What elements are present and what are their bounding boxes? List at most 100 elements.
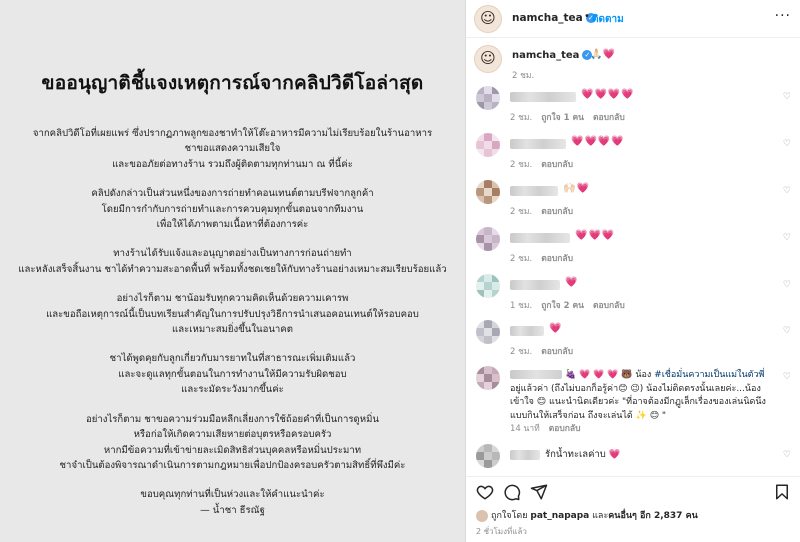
commenter-avatar[interactable] [476,180,500,204]
post-header: ☺ namcha_tea ✓ • ติดตาม ··· [466,0,800,38]
heart-icon[interactable] [476,483,494,501]
comment-like-heart-icon[interactable]: ♡ [783,372,791,382]
bookmark-icon[interactable] [773,483,791,501]
commenter-avatar[interactable] [476,274,500,298]
comment-timestamp: 1 ชม. [510,301,533,311]
commenter-avatar[interactable] [476,444,500,468]
post-paragraph: จากคลิปวิดีโอที่เผยแพร่ ซึ่งปรากฏภาพลูกข… [0,126,465,172]
post-text-line: และขออภัยต่อทางร้าน รวมถึงผู้ติดตามทุกท่… [112,158,353,170]
reply-button[interactable]: ตอบกลับ [541,207,573,217]
post-text-line: คลิปดังกล่าวเป็นส่วนหนึ่งของการถ่ายทำคอน… [91,188,374,200]
post-timestamp: 2 ชั่วโมงที่แล้ว [476,527,527,536]
more-options-icon[interactable]: ··· [775,8,791,24]
comment-like-heart-icon[interactable]: ♡ [783,92,791,102]
comment-meta: 14 นาที ตอบกลับ [510,421,590,435]
author-avatar[interactable]: ☺ [474,5,502,33]
post-image: ขออนุญาติชี้แจงเหตุการณ์จากคลิปวิดีโอล่า… [0,0,465,542]
comment-meta: 2 ชม. ตอบกลับ [510,344,582,358]
comment-like-heart-icon[interactable]: ♡ [783,233,791,243]
comment-text: รักน้ำทะเลค่าบ 💗 [545,449,621,460]
comment-like-heart-icon[interactable]: ♡ [783,326,791,336]
post-text-line: และเหมาะสมยิ่งขึ้นในอนาคต [172,324,293,336]
commenter-username-blurred[interactable] [510,370,562,379]
comment-like-heart-icon[interactable]: ♡ [783,280,791,290]
comment-text: 🍇 💗 💗 💗 🐻 น้อง #เชื่อมั่นความเป็นแม่ในตั… [510,370,766,421]
comment-text: 💗💗💗💗 [571,136,625,147]
post-text-line: เพื่อให้ได้ภาพตามเนื้อหาที่ต้องการค่ะ [156,219,309,231]
post-text-line: และหลังเสร็จสิ้นงาน ชาได้ทำความสะอาดพื้น… [18,263,447,275]
commenter-username-blurred[interactable] [510,186,558,196]
commenter-avatar[interactable] [476,86,500,110]
comment-meta: 1 ชม. ถูกใจ 2 คน ตอบกลับ [510,298,634,312]
comment-timestamp: 14 นาที [510,424,540,434]
post-sidebar: ☺ namcha_tea ✓ • ติดตาม ··· ☺ namcha_tea ✓… [465,0,800,542]
commenter-username-blurred[interactable] [510,92,576,102]
comment-text: 🙌🏻💗 [563,183,590,194]
post-paragraph: ทางร้านได้รับแจ้งและอนุญาตอย่างเป็นทางกา… [0,246,465,277]
others-count[interactable]: คนอื่นๆ อีก 2,837 คน [608,511,697,521]
comment-like-count[interactable]: ถูกใจ 2 คน [541,301,584,311]
smiley-logo-icon: ☺ [480,49,496,68]
post-paragraph: ชาได้พูดคุยกับลูกเกี่ยวกับมารยาทในที่สาธ… [0,351,465,397]
commenter-avatar[interactable] [476,133,500,157]
commenter-avatar[interactable] [476,320,500,344]
comment-like-heart-icon[interactable]: ♡ [783,450,791,460]
comment-meta: 2 ชม. ตอบกลับ [510,204,582,218]
post-text-line: อย่างไรก็ตาม ชาขอความร่วมมือหลีกเลี่ยงกา… [86,413,379,425]
post-text-line: จากคลิปวิดีโอที่เผยแพร่ ซึ่งปรากฏภาพลูกข… [32,128,433,139]
commenter-avatar[interactable] [476,366,500,390]
comment-meta: 2 ชม. ตอบกลับ [510,251,582,265]
post-caption: ☺ namcha_tea ✓ 🙏🏻💗 2 ชม. [466,42,800,84]
reply-button[interactable]: ตอบกลับ [549,424,581,434]
hashtag-link[interactable]: #เชื่อมั่นความเป็นแม่ในตัวพี่ [654,370,764,380]
reply-button[interactable]: ตอบกลับ [541,254,573,264]
caption-timestamp: 2 ชม. [512,71,535,81]
post-text-line: อย่างไรก็ตาม ชาน้อมรับทุกความคิดเห็นด้วย… [116,293,349,305]
comment-like-heart-icon[interactable]: ♡ [783,139,791,149]
comment-meta: 2 ชม. ตอบกลับ [510,157,582,171]
post-text-line: โดยมีการกำกับการถ่ายทำและการควบคุมทุกขั้… [101,203,364,215]
post-text-line: ทางร้านได้รับแจ้งและอนุญาตอย่างเป็นทางกา… [113,248,352,260]
commenter-username-blurred[interactable] [510,326,544,336]
post-text-line: ขอบคุณทุกท่านที่เป็นห่วงและให้คำแนะนำค่ะ [140,489,325,501]
caption-text: 🙏🏻💗 [590,49,615,60]
reply-button[interactable]: ตอบกลับ [593,113,625,123]
post-text-line: หรือก่อให้เกิดความเสียหายต่อบุตรหรือครอบ… [133,429,332,441]
post-text-line: และขอถือเหตุการณ์นี้เป็นบทเรียนสำคัญในกา… [46,308,419,320]
commenter-username-blurred[interactable] [510,280,560,290]
comment-like-heart-icon[interactable]: ♡ [783,186,791,196]
comments-list[interactable]: 💗💗💗💗 2 ชม. ถูกใจ 1 คน ตอบกลับ ♡ 💗💗💗💗 2 ชม. ตอบก… [466,86,800,474]
share-icon[interactable] [530,483,548,501]
liker-username[interactable]: pat_napapa [530,511,589,521]
comment-text: 💗 [565,277,579,288]
reply-button[interactable]: ตอบกลับ [541,347,573,357]
action-bar [466,476,800,504]
commenter-avatar[interactable] [476,227,500,251]
post-text-line: และจะดูแลทุกขั้นตอนในการทำงานให้มีความรั… [118,368,347,380]
comment-text: 💗💗💗💗 [581,89,635,100]
comment-like-count[interactable]: ถูกใจ 1 คน [541,113,584,123]
comment-timestamp: 2 ชม. [510,113,533,123]
follow-button[interactable]: ติดตาม [592,12,624,27]
comment-timestamp: 2 ชม. [510,347,533,357]
smiley-logo-icon: ☺ [480,9,496,28]
likes-summary[interactable]: ถูกใจโดย pat_napapa และคนอื่นๆ อีก 2,837… [476,508,698,522]
reply-button[interactable]: ตอบกลับ [541,160,573,170]
commenter-username-blurred[interactable] [510,233,570,243]
commenter-username-blurred[interactable] [510,139,566,149]
comment-icon[interactable] [503,483,521,501]
commenter-username-blurred[interactable] [510,450,540,460]
post-paragraph: อย่างไรก็ตาม ชาน้อมรับทุกความคิดเห็นด้วย… [0,291,465,337]
post-text-line: — น้ำชา ธีรณัฐ [200,504,265,516]
caption-username[interactable]: namcha_tea ✓ [512,50,593,61]
post-text-line: ชาจำเป็นต้องพิจารณาดำเนินการตามกฎหมายเพื… [59,459,406,471]
liker-avatar [476,509,488,522]
comment-meta: 2 ชม. ถูกใจ 1 คน ตอบกลับ [510,110,634,124]
post-text-line: หากมีข้อความที่เข้าข่ายละเมิดสิทธิส่วนบุ… [103,444,362,456]
comment-timestamp: 2 ชม. [510,160,533,170]
post-paragraph: คลิปดังกล่าวเป็นส่วนหนึ่งของการถ่ายทำคอน… [0,186,465,232]
separator-dot: • [584,11,590,22]
caption-avatar[interactable]: ☺ [474,45,502,73]
reply-button[interactable]: ตอบกลับ [593,301,625,311]
post-paragraph: ขอบคุณทุกท่านที่เป็นห่วงและให้คำแนะนำค่ะ… [0,487,465,518]
